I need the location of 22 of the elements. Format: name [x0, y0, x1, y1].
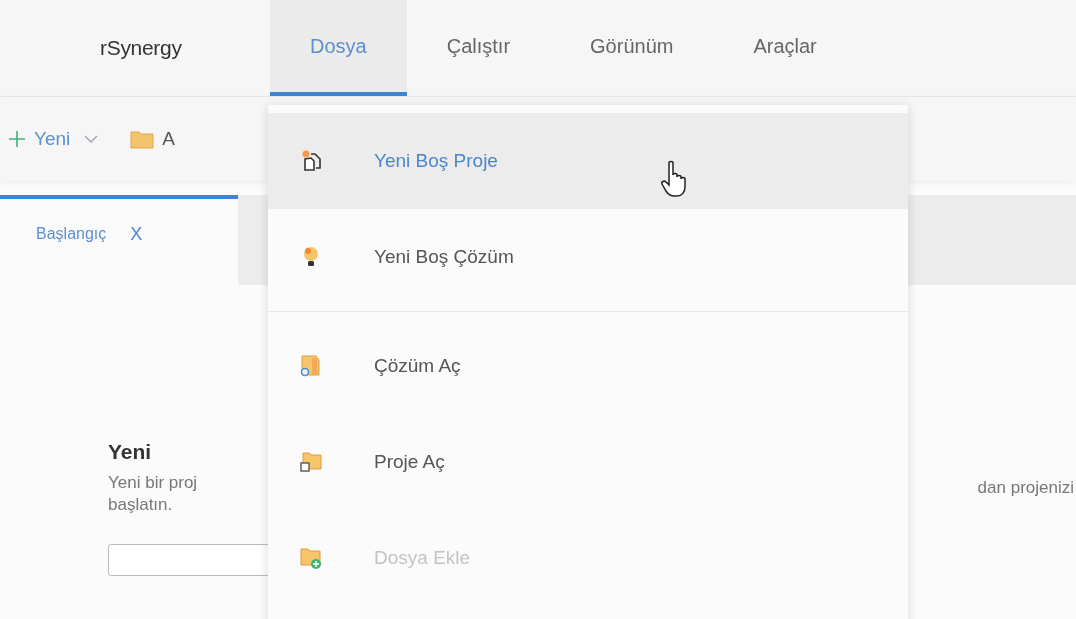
chevron-down-icon	[84, 134, 99, 144]
menu-item[interactable]: Araçlar	[713, 0, 857, 96]
description-text: Yeni bir proj	[108, 472, 199, 494]
menu-item[interactable]: Yeni Boş Çözüm	[268, 209, 908, 312]
folder-add-icon	[298, 546, 324, 570]
plus-icon	[8, 130, 26, 148]
menu-item[interactable]: Görünüm	[550, 0, 714, 96]
folder-icon	[130, 129, 155, 149]
folder-icon	[298, 450, 324, 474]
description-text: başlatın.	[108, 494, 174, 516]
menu-item[interactable]: Dosya	[270, 0, 407, 96]
close-icon[interactable]: X	[130, 223, 143, 245]
app-brand: rSynergy	[100, 36, 183, 60]
section-title: Yeni	[108, 440, 153, 464]
menu-item[interactable]: Çalıştır	[406, 0, 551, 96]
description-text: dan projenizi	[977, 477, 1074, 499]
menu-item[interactable]: Yeni Boş Proje	[268, 113, 908, 209]
menu-item[interactable]: Çözüm Aç	[268, 318, 908, 414]
new-button[interactable]: Yeni	[6, 124, 101, 154]
tab[interactable]: Başlangıç X	[0, 195, 238, 285]
menu-item[interactable]: Proje Aç	[268, 414, 908, 510]
open-button[interactable]: A	[128, 124, 177, 154]
